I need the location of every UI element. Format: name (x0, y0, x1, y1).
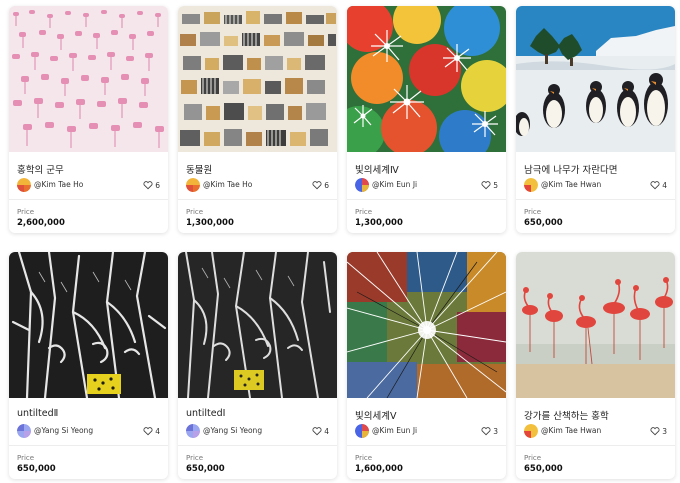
price-value: 2,600,000 (17, 218, 65, 228)
card-divider (347, 445, 506, 446)
artwork-card[interactable]: untiltedⅠ @Yang Si Yeong 4 Price 650,000 (178, 252, 337, 479)
price-value: 1,300,000 (186, 218, 234, 228)
artist-name[interactable]: @Kim Eun Ji (372, 180, 417, 189)
card-divider (9, 445, 168, 446)
price-label: Price (186, 208, 204, 216)
price-label: Price (524, 454, 542, 462)
artwork-title[interactable]: untiltedⅡ (17, 408, 58, 419)
card-divider (178, 445, 337, 446)
avatar-kim-tae-ho-icon[interactable] (17, 178, 31, 192)
card-divider (516, 199, 675, 200)
flamingos-riverside-artwork[interactable] (516, 252, 675, 398)
heart-icon (481, 427, 491, 436)
card-divider (347, 199, 506, 200)
heart-icon (312, 427, 322, 436)
artwork-title[interactable]: 홍학의 군무 (17, 162, 64, 176)
like-button[interactable]: 4 (312, 425, 329, 437)
like-button[interactable]: 4 (650, 179, 667, 191)
artist-name[interactable]: @Kim Tae Hwan (541, 426, 601, 435)
price-label: Price (524, 208, 542, 216)
like-button[interactable]: 4 (143, 425, 160, 437)
artwork-title[interactable]: 남극에 나무가 자란다면 (524, 162, 617, 176)
price-label: Price (355, 208, 373, 216)
price-value: 650,000 (524, 464, 563, 474)
like-count: 6 (155, 180, 160, 190)
avatar-yang-si-yeong-icon[interactable] (17, 424, 31, 438)
artwork-card[interactable]: 남극에 나무가 자란다면 @Kim Tae Hwan 4 Price 650,0… (516, 6, 675, 233)
artwork-card[interactable]: 강가를 산책하는 홍학 @Kim Tae Hwan 3 Price 650,00… (516, 252, 675, 479)
black-white-figures-artwork[interactable] (178, 252, 337, 398)
artwork-card[interactable]: 홍학의 군무 @Kim Tae Ho 6 Price 2,600,000 (9, 6, 168, 233)
artwork-title[interactable]: 강가를 산책하는 홍학 (524, 408, 609, 422)
artist-name[interactable]: @Kim Tae Ho (34, 180, 83, 189)
artwork-title[interactable]: 빛의세계Ⅴ (355, 408, 396, 422)
price-value: 1,300,000 (355, 218, 403, 228)
pink-flamingo-crowd-artwork[interactable] (9, 6, 168, 152)
avatar-kim-tae-hwan-icon[interactable] (524, 424, 538, 438)
like-button[interactable]: 5 (481, 179, 498, 191)
like-button[interactable]: 3 (650, 425, 667, 437)
black-white-figures-artwork[interactable] (9, 252, 168, 398)
light-burst-lines-artwork[interactable] (347, 252, 506, 398)
price-value: 1,600,000 (355, 464, 403, 474)
like-count: 3 (662, 426, 667, 436)
artist-name[interactable]: @Yang Si Yeong (203, 426, 262, 435)
like-count: 4 (155, 426, 160, 436)
avatar-kim-tae-hwan-icon[interactable] (524, 178, 538, 192)
artwork-card[interactable]: untiltedⅡ @Yang Si Yeong 4 Price 650,000 (9, 252, 168, 479)
artist-name[interactable]: @Kim Tae Hwan (541, 180, 601, 189)
heart-icon (143, 427, 153, 436)
price-label: Price (355, 454, 373, 462)
artist-row: @Kim Tae Ho 6 (17, 178, 160, 194)
card-divider (9, 199, 168, 200)
artist-row: @Kim Tae Hwan 4 (524, 178, 667, 194)
like-count: 6 (324, 180, 329, 190)
heart-icon (650, 181, 660, 190)
price-value: 650,000 (17, 464, 56, 474)
heart-icon (650, 427, 660, 436)
price-value: 650,000 (524, 218, 563, 228)
card-divider (178, 199, 337, 200)
colorful-light-burst-artwork[interactable] (347, 6, 506, 152)
price-label: Price (17, 208, 35, 216)
artist-row: @Yang Si Yeong 4 (186, 424, 329, 440)
artist-row: @Kim Eun Ji 3 (355, 424, 498, 440)
artwork-card[interactable]: 동물원 @Kim Tae Ho 6 Price 1,300,000 (178, 6, 337, 233)
price-label: Price (186, 454, 204, 462)
avatar-yang-si-yeong-icon[interactable] (186, 424, 200, 438)
avatar-kim-tae-ho-icon[interactable] (186, 178, 200, 192)
artist-row: @Kim Tae Ho 6 (186, 178, 329, 194)
like-button[interactable]: 3 (481, 425, 498, 437)
artwork-card[interactable]: 빛의세계Ⅳ @Kim Eun Ji 5 Price 1,300,000 (347, 6, 506, 233)
heart-icon (143, 181, 153, 190)
heart-icon (481, 181, 491, 190)
like-count: 4 (662, 180, 667, 190)
artist-name[interactable]: @Kim Tae Ho (203, 180, 252, 189)
like-count: 4 (324, 426, 329, 436)
avatar-kim-eun-ji-icon[interactable] (355, 178, 369, 192)
price-label: Price (17, 454, 35, 462)
artist-name[interactable]: @Kim Eun Ji (372, 426, 417, 435)
zoo-animals-artwork[interactable] (178, 6, 337, 152)
like-count: 5 (493, 180, 498, 190)
artwork-title[interactable]: untiltedⅠ (186, 408, 225, 419)
penguins-antarctica-artwork[interactable] (516, 6, 675, 152)
artist-name[interactable]: @Yang Si Yeong (34, 426, 93, 435)
avatar-kim-eun-ji-icon[interactable] (355, 424, 369, 438)
artwork-title[interactable]: 빛의세계Ⅳ (355, 162, 399, 176)
artist-row: @Kim Tae Hwan 3 (524, 424, 667, 440)
price-value: 650,000 (186, 464, 225, 474)
artist-row: @Kim Eun Ji 5 (355, 178, 498, 194)
like-button[interactable]: 6 (143, 179, 160, 191)
artist-row: @Yang Si Yeong 4 (17, 424, 160, 440)
artwork-title[interactable]: 동물원 (186, 162, 212, 176)
like-count: 3 (493, 426, 498, 436)
heart-icon (312, 181, 322, 190)
like-button[interactable]: 6 (312, 179, 329, 191)
artwork-grid: 홍학의 군무 @Kim Tae Ho 6 Price 2,600,000 동물원… (0, 0, 680, 483)
artwork-card[interactable]: 빛의세계Ⅴ @Kim Eun Ji 3 Price 1,600,000 (347, 252, 506, 479)
card-divider (516, 445, 675, 446)
